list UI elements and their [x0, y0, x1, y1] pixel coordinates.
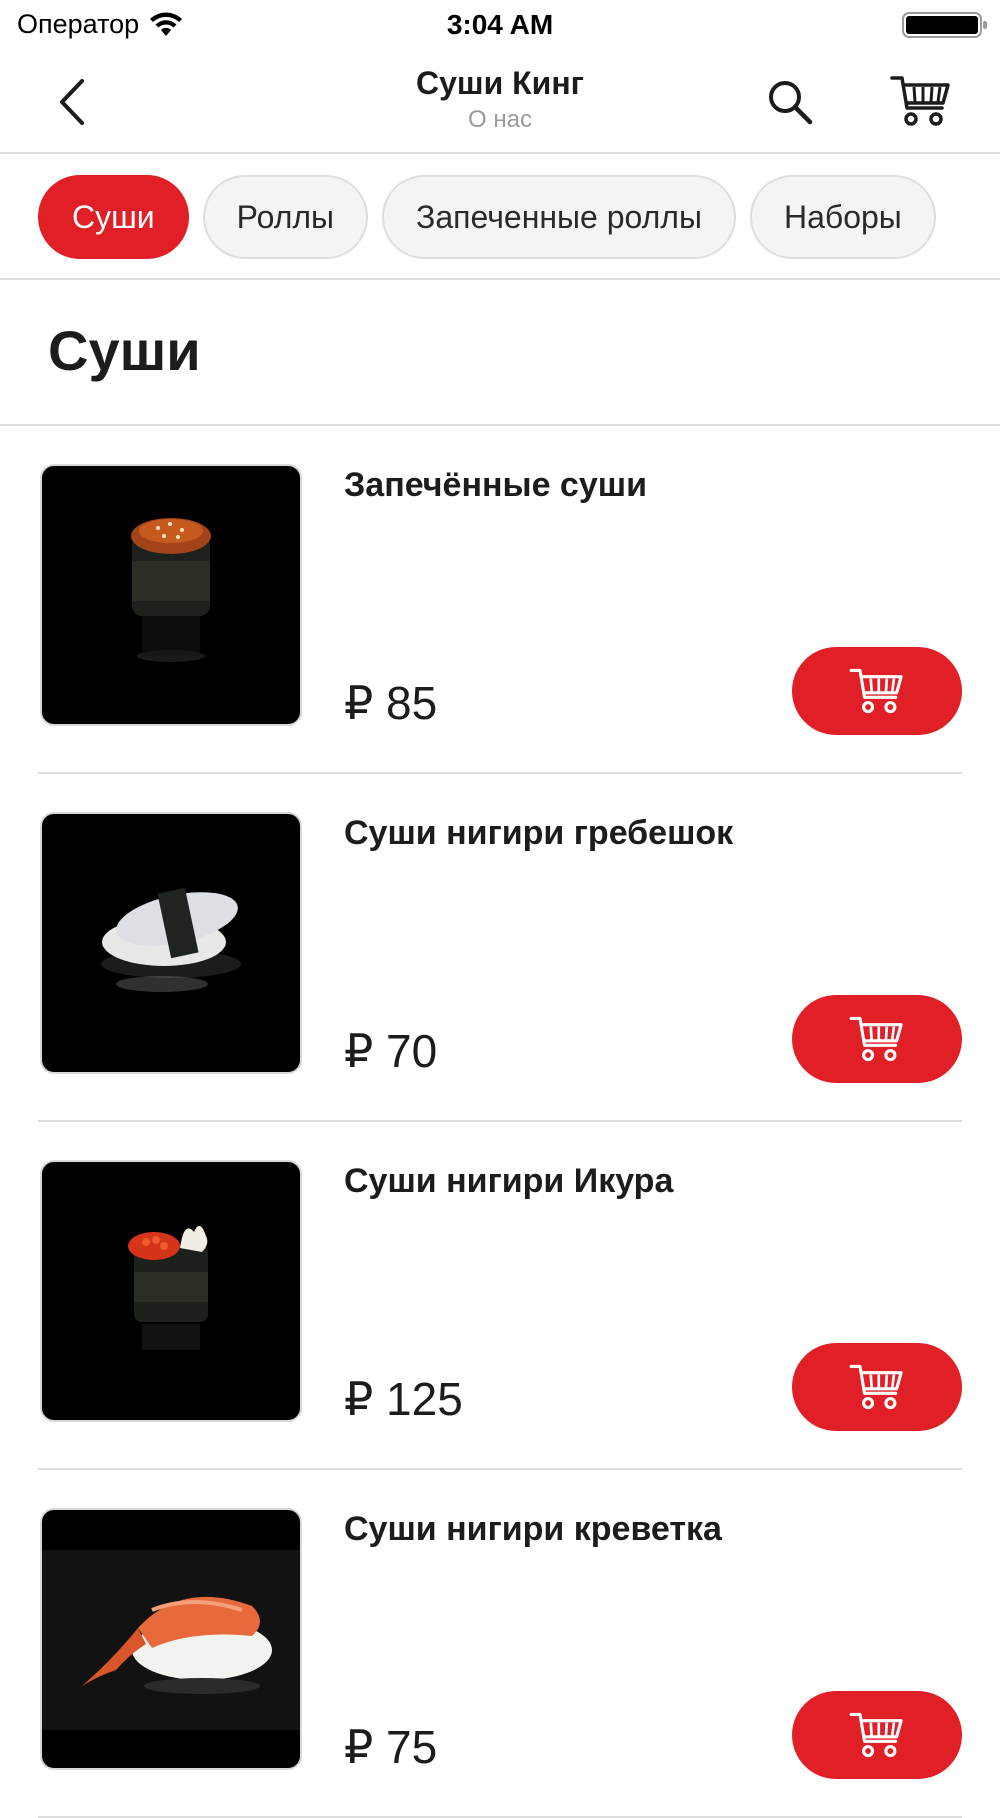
- shrimp-nigiri-illustration: [42, 1550, 300, 1730]
- chevron-left-icon: [60, 79, 84, 125]
- status-time: 3:04 AM: [446, 9, 554, 40]
- cart-icon: [849, 1364, 903, 1410]
- product-image-scallop-nigiri[interactable]: [40, 812, 302, 1074]
- page-title: Суши Кинг: [416, 65, 584, 101]
- product-price: ₽ 75: [344, 1721, 438, 1773]
- product-price: ₽ 125: [344, 1373, 463, 1425]
- status-bar: Оператор 3:04 AM: [0, 0, 1000, 50]
- cart-icon: [849, 1712, 903, 1758]
- ikura-gunkan-illustration: [128, 1225, 208, 1350]
- tab-sushi[interactable]: Суши: [38, 175, 189, 259]
- battery-icon: [902, 12, 987, 38]
- search-button[interactable]: [760, 72, 820, 132]
- tab-rolls[interactable]: Роллы: [202, 175, 369, 259]
- back-button[interactable]: [40, 70, 104, 134]
- product-price: ₽ 85: [344, 677, 438, 729]
- product-image-baked-sushi[interactable]: [40, 464, 302, 726]
- about-link[interactable]: О нас: [250, 104, 750, 136]
- cart-icon: [849, 1016, 903, 1062]
- search-icon: [769, 81, 813, 125]
- product-row[interactable]: Запечённые суши ₽ 85: [38, 426, 962, 774]
- category-tabs: Суши Роллы Запеченные роллы Наборы: [0, 154, 1000, 280]
- product-price: ₽ 70: [344, 1025, 438, 1077]
- product-row[interactable]: Суши нигири Икура ₽ 125: [38, 1122, 962, 1470]
- product-row[interactable]: Суши нигири креветка ₽ 75: [38, 1470, 962, 1818]
- section-header: Суши: [0, 280, 1000, 426]
- product-row[interactable]: Суши нигири гребешок ₽ 70: [38, 774, 962, 1122]
- add-to-cart-button[interactable]: [792, 647, 962, 735]
- product-name: Суши нигири Икура: [344, 1162, 674, 1200]
- baked-sushi-illustration: [131, 518, 211, 662]
- tab-sets[interactable]: Наборы: [749, 175, 936, 259]
- add-to-cart-button[interactable]: [792, 995, 962, 1083]
- add-to-cart-button[interactable]: [792, 1343, 962, 1431]
- nav-bar: Суши Кинг О нас: [0, 50, 1000, 154]
- category-tabs-track[interactable]: Суши Роллы Запеченные роллы Наборы: [38, 175, 936, 259]
- cart-icon: [849, 668, 903, 714]
- product-list: Запечённые суши ₽ 85 Суши нигири гребешо…: [0, 426, 1000, 1818]
- product-image-ikura-gunkan[interactable]: [40, 1160, 302, 1422]
- nav-title-group: Суши Кинг О нас: [250, 62, 750, 136]
- add-to-cart-button[interactable]: [792, 1691, 962, 1779]
- cart-button[interactable]: [886, 68, 956, 134]
- cart-icon: [890, 76, 950, 126]
- product-image-shrimp-nigiri[interactable]: [40, 1508, 302, 1770]
- section-title: Суши: [48, 319, 201, 382]
- product-name: Суши нигири креветка: [344, 1510, 722, 1548]
- product-name: Суши нигири гребешок: [344, 814, 734, 852]
- tab-baked-rolls[interactable]: Запеченные роллы: [382, 175, 736, 259]
- product-name: Запечённые суши: [344, 466, 647, 504]
- scallop-nigiri-illustration: [101, 887, 241, 992]
